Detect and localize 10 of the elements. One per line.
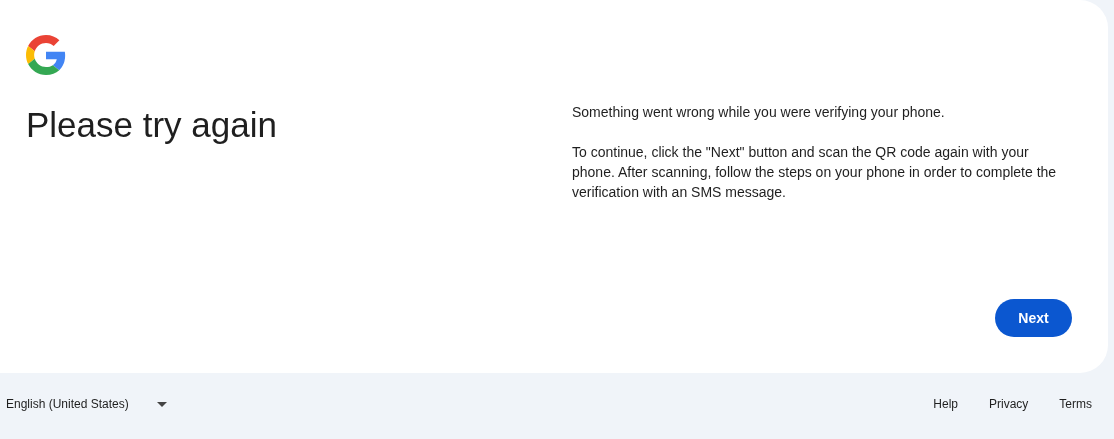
footer-link[interactable]: Help [933, 395, 958, 413]
page-title: Please try again [26, 104, 278, 146]
footer-link[interactable]: Terms [1059, 395, 1092, 413]
caret-icon [156, 401, 167, 407]
message-text: Something went wrong while you were verifying your phone. [572, 103, 946, 122]
logo-icon [26, 35, 66, 75]
next-button[interactable]: Next [995, 299, 1072, 337]
message-text: To continue, click the "Next" button and scan the QR code again with your phone. After scanning, follow the steps on your phone in order to complete the verification with an SMS message. [572, 143, 1058, 202]
footer-link[interactable]: Privacy [989, 395, 1029, 413]
language-dropdown[interactable]: English (United States) [6, 395, 167, 413]
